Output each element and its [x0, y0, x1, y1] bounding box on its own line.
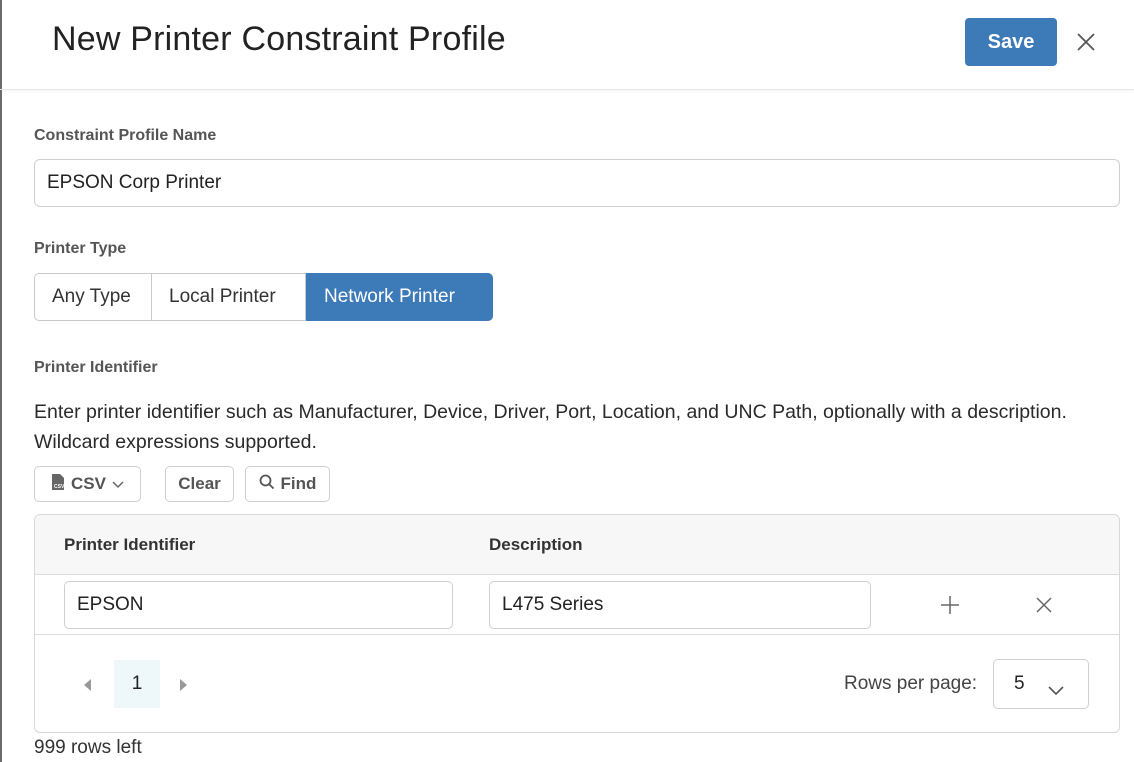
- printer-type-network[interactable]: Network Printer: [306, 273, 493, 321]
- prev-page-icon[interactable]: [82, 678, 92, 697]
- remove-row-icon[interactable]: [1035, 596, 1053, 619]
- csv-file-icon: CSV: [51, 473, 65, 495]
- printer-type-any[interactable]: Any Type: [34, 273, 152, 321]
- profile-name-label: Constraint Profile Name: [34, 127, 217, 144]
- chevron-down-icon: [112, 474, 124, 494]
- next-page-icon[interactable]: [179, 678, 189, 697]
- printer-type-local[interactable]: Local Printer: [152, 273, 306, 321]
- csv-dropdown-button[interactable]: CSV CSV: [34, 466, 141, 502]
- dialog-header: New Printer Constraint Profile Save: [0, 0, 1134, 90]
- rows-per-page-select[interactable]: 5: [993, 659, 1089, 709]
- table-row: [35, 575, 1119, 635]
- save-button[interactable]: Save: [965, 18, 1057, 66]
- rows-per-page-value: 5: [1014, 673, 1025, 694]
- csv-label: CSV: [71, 474, 106, 493]
- pagination: 1 Rows per page: 5: [35, 636, 1119, 732]
- printer-identifier-help: Enter printer identifier such as Manufac…: [34, 401, 1067, 453]
- rows-left-count: 999 rows left: [34, 737, 142, 758]
- page-number-current[interactable]: 1: [114, 660, 160, 708]
- add-row-icon[interactable]: [940, 595, 960, 620]
- page-title: New Printer Constraint Profile: [52, 20, 506, 58]
- find-label: Find: [280, 474, 317, 493]
- column-header-identifier: Printer Identifier: [64, 535, 196, 554]
- clear-button[interactable]: Clear: [165, 466, 234, 502]
- table-header: Printer Identifier Description: [35, 515, 1119, 575]
- profile-name-input[interactable]: [34, 159, 1120, 207]
- rows-per-page-label: Rows per page:: [844, 673, 978, 694]
- find-button[interactable]: Find: [245, 466, 330, 502]
- printer-identifier-label: Printer Identifier: [34, 359, 158, 376]
- printer-type-label: Printer Type: [34, 240, 127, 257]
- chevron-down-icon: [1048, 680, 1064, 702]
- identifier-cell-input[interactable]: [64, 581, 453, 629]
- close-icon[interactable]: [1074, 30, 1098, 54]
- identifier-table: Printer Identifier Description 1 Rows pe…: [34, 514, 1120, 733]
- left-edge-rule: [0, 0, 2, 762]
- column-header-description: Description: [489, 535, 583, 554]
- description-cell-input[interactable]: [489, 581, 871, 629]
- svg-text:CSV: CSV: [54, 484, 65, 490]
- search-icon: [259, 474, 275, 495]
- printer-type-segmented-control: Any Type Local Printer Network Printer: [34, 273, 493, 321]
